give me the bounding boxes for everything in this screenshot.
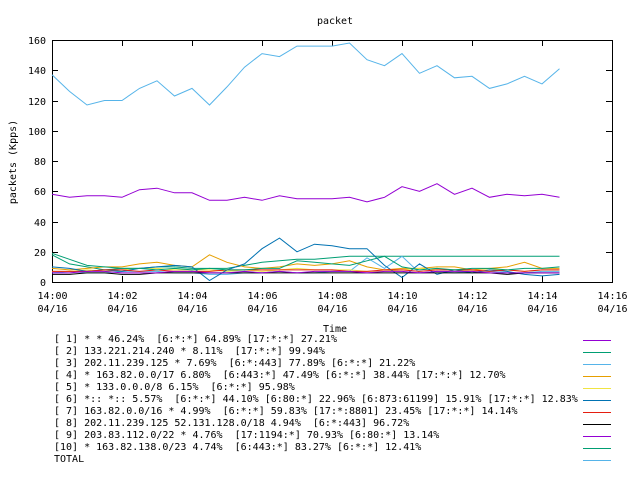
legend-swatch [583, 364, 611, 365]
y-tick-label: 140 [28, 66, 46, 77]
x-tick-time: 14:06 [247, 291, 277, 302]
legend-swatch [583, 400, 611, 401]
legend-item: [ 8] 202.11.239.125 52.131.128.0/18 4.94… [54, 418, 614, 430]
y-tick-label: 20 [34, 248, 46, 259]
legend-item: [ 4] * 163.82.0.0/17 6.80% [6:443:*] 47.… [54, 370, 614, 382]
legend-item: [ 3] 202.11.239.125 * 7.69% [6:*:443] 77… [54, 358, 614, 370]
legend-label: [ 8] 202.11.239.125 52.131.128.0/18 4.94… [54, 418, 410, 429]
y-axis-label: packets (Kpps) [8, 120, 19, 204]
y-tick-label: 60 [34, 187, 46, 198]
legend-label: [ 7] 163.82.0.0/16 * 4.99% [6:*:*] 59.83… [54, 406, 518, 417]
x-tick-time: 14:10 [387, 291, 417, 302]
series-line-10 [51, 252, 560, 271]
legend-swatch [583, 388, 611, 389]
x-tick-time: 14:08 [317, 291, 347, 302]
x-tick-date: 04/16 [37, 304, 67, 315]
series-lines [51, 42, 560, 282]
x-tick-date: 04/16 [457, 304, 487, 315]
legend-swatch [583, 448, 611, 449]
legend-item: [ 1] * * 46.24% [6:*:*] 64.89% [17:*:*] … [54, 334, 614, 346]
legend-item: [ 5] * 133.0.0.0/8 6.15% [6:*:*] 95.98% [54, 382, 614, 394]
legend-label: [ 1] * * 46.24% [6:*:*] 64.89% [17:*:*] … [54, 334, 337, 345]
series-line-1 [51, 183, 560, 203]
y-tick-label: 80 [34, 157, 46, 168]
x-tick-time: 14:16 [597, 291, 627, 302]
y-tick-label: 160 [28, 36, 46, 47]
legend-swatch [583, 436, 611, 437]
chart-panel: packet packets (Kpps) Time 0 20 40 60 80 100 1… [0, 0, 640, 480]
legend-swatch [583, 412, 611, 413]
x-tick-date: 04/16 [177, 304, 207, 315]
x-tick-date: 04/16 [317, 304, 347, 315]
x-tick-time: 14:04 [177, 291, 207, 302]
chart-title: packet [317, 16, 353, 27]
legend-item: [ 2] 133.221.214.240 * 8.11% [17:*:*] 99… [54, 346, 614, 358]
legend-item: [ 6] *:: *:: 5.57% [6:*:*] 44.10% [6:80:… [54, 394, 614, 406]
legend-label: [ 4] * 163.82.0.0/17 6.80% [6:443:*] 47.… [54, 370, 506, 381]
x-tick-time: 14:14 [527, 291, 557, 302]
x-tick-date: 04/16 [247, 304, 277, 315]
series-line-2 [51, 254, 560, 271]
legend-label: [ 3] 202.11.239.125 * 7.69% [6:*:443] 77… [54, 358, 416, 369]
legend-item: [10] * 163.82.138.0/23 4.74% [6:443:*] 8… [54, 442, 614, 454]
legend-label: [ 6] *:: *:: 5.57% [6:*:*] 44.10% [6:80:… [54, 394, 578, 405]
y-tick-label: 0 [40, 278, 46, 289]
legend-item: [ 9] 203.83.112.0/22 * 4.76% [17:1194:*]… [54, 430, 614, 442]
legend-label: TOTAL [54, 454, 85, 465]
legend-item: [ 7] 163.82.0.0/16 * 4.99% [6:*:*] 59.83… [54, 406, 614, 418]
x-tick-date: 04/16 [527, 304, 557, 315]
y-tick-label: 40 [34, 218, 46, 229]
y-tick-label: 120 [28, 97, 46, 108]
x-tick-date: 04/16 [387, 304, 417, 315]
series-line-11 [51, 42, 560, 106]
legend-swatch [583, 376, 611, 377]
legend-label: [ 5] * 133.0.0.0/8 6.15% [6:*:*] 95.98% [54, 382, 295, 393]
legend-swatch [583, 460, 611, 461]
legend-swatch [583, 352, 611, 353]
y-tick-label: 100 [28, 127, 46, 138]
x-tick-time: 14:00 [37, 291, 67, 302]
x-tick-time: 14:12 [457, 291, 487, 302]
x-tick-date: 04/16 [597, 304, 627, 315]
x-tick-date: 04/16 [107, 304, 137, 315]
legend-swatch [583, 340, 611, 341]
x-tick-time: 14:02 [107, 291, 137, 302]
legend-label: [10] * 163.82.138.0/23 4.74% [6:443:*] 8… [54, 442, 422, 453]
series-line-4 [51, 254, 560, 271]
legend-label: [ 2] 133.221.214.240 * 8.11% [17:*:*] 99… [54, 346, 325, 357]
legend-swatch [583, 424, 611, 425]
legend-item: TOTAL [54, 454, 614, 466]
legend-label: [ 9] 203.83.112.0/22 * 4.76% [17:1194:*]… [54, 430, 440, 441]
